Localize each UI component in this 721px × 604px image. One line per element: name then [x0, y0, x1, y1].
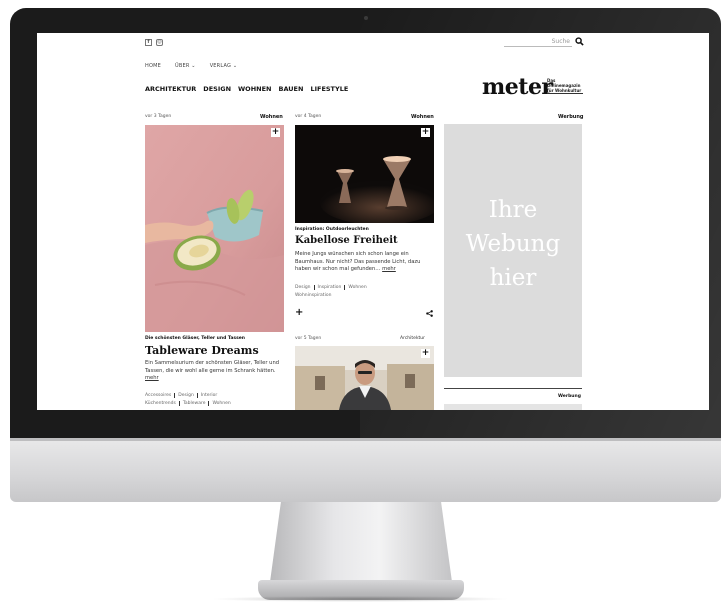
nav-verlag[interactable]: VERLAG ⌄ — [210, 63, 238, 69]
middle-second-category[interactable]: Architektur — [400, 336, 425, 341]
monitor-chin — [10, 438, 721, 502]
tag-link[interactable]: Accessoires — [145, 393, 174, 398]
ad-banner-second[interactable] — [444, 404, 582, 410]
middle-article-category[interactable]: Wohnen — [411, 114, 434, 120]
tag-link[interactable]: Wohnen — [208, 401, 234, 406]
middle-add-button[interactable]: + — [295, 307, 303, 318]
tagline-underline — [547, 93, 583, 94]
middle-article-tags: Design Inspiration Wohnen Wohninspiration — [295, 284, 435, 300]
monitor-stand — [270, 502, 452, 582]
site-tagline: Das Onlinemagazin für Wohnkultur — [547, 78, 582, 93]
social-links: f ◎ — [145, 39, 163, 46]
facebook-icon[interactable]: f — [145, 39, 152, 46]
site-logo[interactable]: meter — [482, 74, 553, 100]
outdoor-lamps-image[interactable] — [295, 125, 434, 223]
top-navigation: HOME ÜBER ⌄ VERLAG ⌄ — [145, 63, 237, 69]
nav-lifestyle[interactable]: LIFESTYLE — [310, 85, 348, 93]
ad-separator — [444, 388, 582, 389]
middle-article-excerpt: Meine Jungs wünschen sich schon lange ei… — [295, 251, 421, 272]
search-input[interactable]: Suche — [504, 37, 572, 47]
middle-article-time: vor 4 Tagen — [295, 114, 322, 119]
tag-link[interactable]: Küchentrends — [145, 401, 179, 406]
camera-dot — [364, 16, 368, 20]
search-icon[interactable] — [575, 37, 584, 46]
nav-architektur[interactable]: ARCHITEKTUR — [145, 85, 196, 93]
nav-design[interactable]: DESIGN — [203, 85, 231, 93]
nav-bauen[interactable]: BAUEN — [278, 85, 303, 93]
ad-label-second: Werbung — [558, 394, 581, 399]
nav-home[interactable]: HOME — [145, 63, 161, 69]
share-icon[interactable] — [426, 310, 433, 317]
nav-wohnen[interactable]: WOHNEN — [238, 85, 271, 93]
foot-shadow — [210, 596, 510, 602]
tag-link[interactable]: Tableware — [178, 401, 209, 406]
left-article-kicker: Die schönsten Gläser, Teller und Tassen — [145, 336, 246, 341]
chevron-down-icon: ⌄ — [191, 63, 196, 69]
left-article-time: vor 3 Tagen — [145, 114, 172, 119]
left-article-category[interactable]: Wohnen — [260, 114, 283, 120]
main-navigation: ARCHITEKTUR DESIGN WOHNEN BAUEN LIFESTYL… — [145, 85, 348, 93]
portrait-image[interactable] — [295, 346, 434, 410]
ad-banner-text: Ihre Webung hier — [465, 197, 561, 291]
tag-link[interactable]: Design — [295, 285, 314, 290]
left-article-excerpt: Ein Sammelsurium der schönsten Gläser, T… — [145, 360, 280, 381]
instagram-icon[interactable]: ◎ — [156, 39, 163, 46]
tag-link[interactable]: Wohninspiration — [295, 293, 334, 298]
left-read-more-link[interactable]: mehr — [145, 375, 159, 381]
tag-link[interactable]: Inspiration — [313, 285, 345, 290]
tableware-image[interactable] — [145, 125, 284, 332]
chin-edge — [10, 438, 721, 441]
portrait-expand-button[interactable]: + — [421, 349, 430, 358]
middle-expand-button[interactable]: + — [421, 128, 430, 137]
left-expand-button[interactable]: + — [271, 128, 280, 137]
middle-article-kicker: Inspiration: Outdoorleuchten — [295, 227, 369, 232]
middle-article-headline[interactable]: Kabellose Freiheit — [295, 235, 398, 246]
middle-second-time: vor 5 Tagen — [295, 336, 322, 341]
left-article-tags: Accessoires Design Interior Küchentrends Ta… — [145, 392, 285, 408]
chevron-down-icon: ⌄ — [232, 63, 238, 69]
tag-link[interactable]: Design — [174, 393, 197, 398]
left-article-headline[interactable]: Tableware Dreams — [145, 344, 259, 357]
tag-link[interactable]: Wohnen — [344, 285, 370, 290]
tag-link[interactable]: Interior — [196, 393, 221, 398]
nav-ueber[interactable]: ÜBER ⌄ — [175, 63, 196, 69]
ad-label: Werbung — [558, 114, 584, 120]
middle-read-more-link[interactable]: mehr — [382, 266, 396, 272]
website-screen: f ◎ Suche HOME ÜBER ⌄ VERLAG ⌄ ARCHITEKT… — [37, 33, 709, 410]
